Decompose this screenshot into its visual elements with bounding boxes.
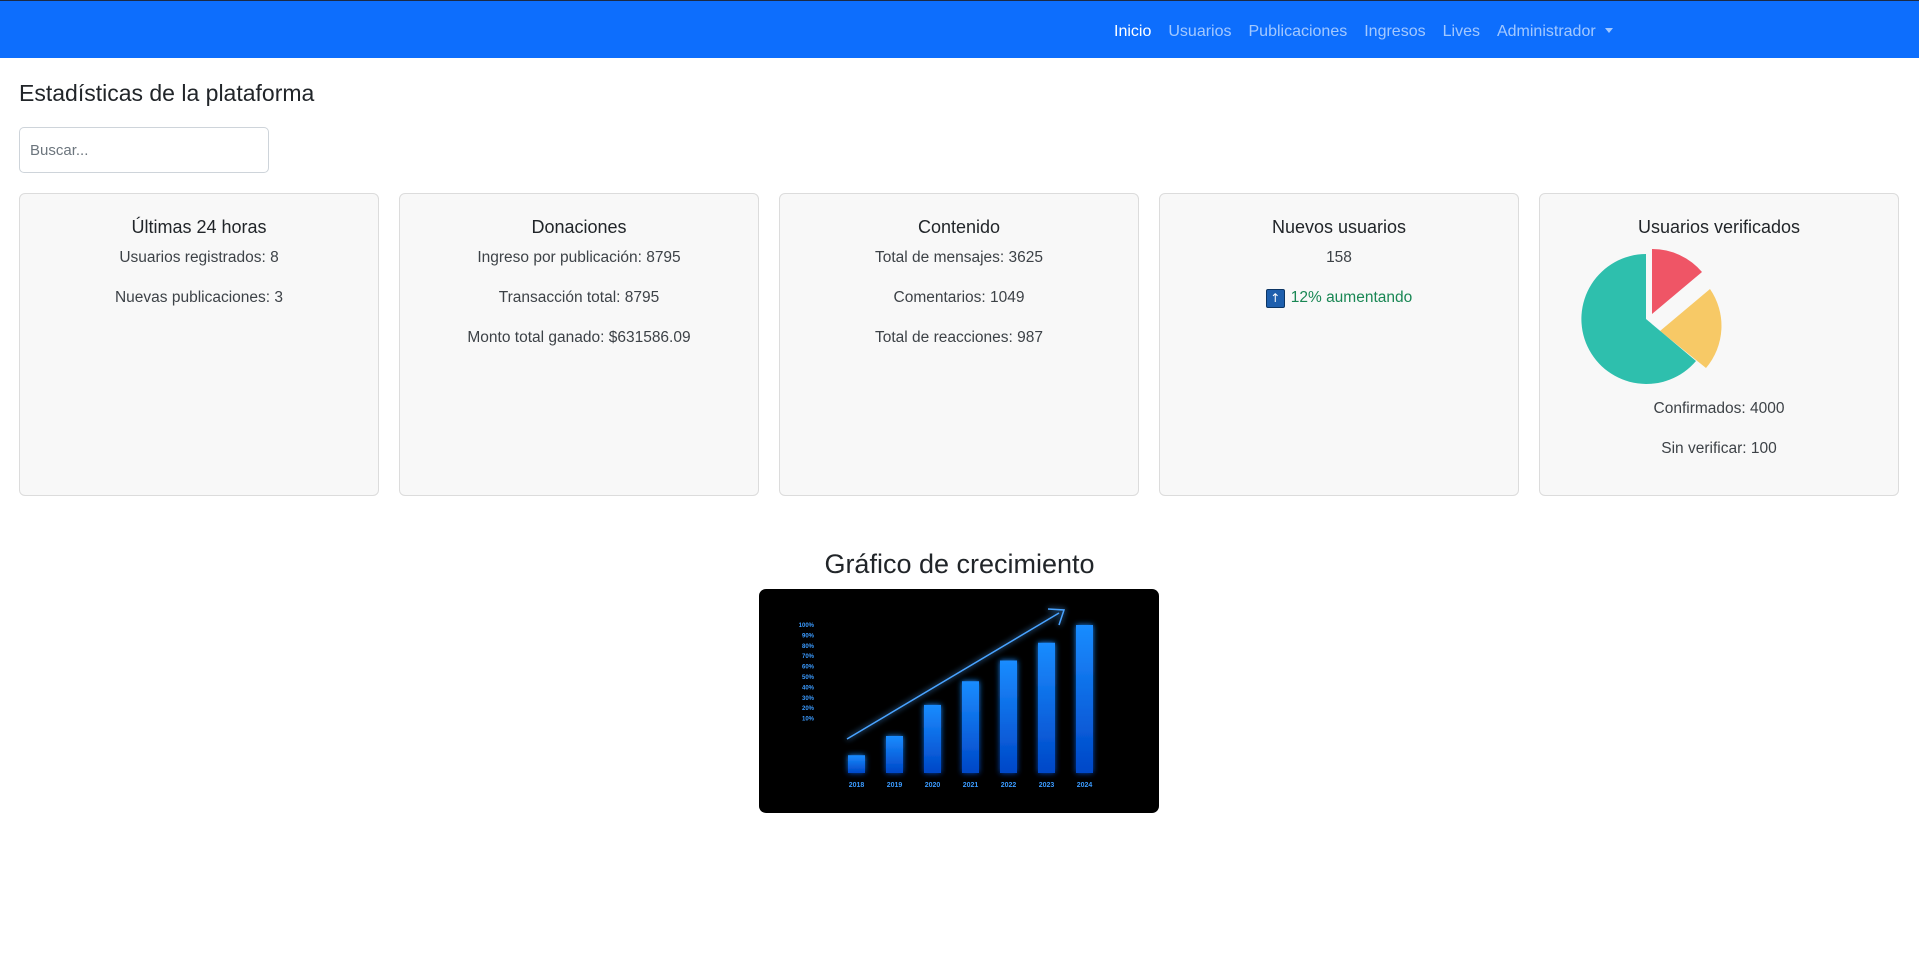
up-arrow-icon: ↑: [1265, 288, 1285, 308]
growth-bar: [1000, 660, 1017, 773]
growth-y-tick-label: 70%: [802, 654, 815, 660]
growth-y-tick-label: 10%: [802, 717, 815, 723]
growth-year-label: 2020: [925, 782, 941, 789]
growth-y-tick-label: 30%: [802, 696, 815, 702]
stat-total-earned: Monto total ganado: $631586.09: [467, 329, 691, 346]
growth-chart-title: Gráfico de crecimiento: [824, 549, 1095, 579]
growth-bars: [848, 625, 1093, 773]
growth-y-tick-label: 20%: [802, 706, 815, 712]
nav-menu: Inicio Usuarios Publicaciones Ingresos L…: [1114, 23, 1630, 41]
growth-year-label: 2024: [1077, 782, 1093, 789]
growth-trend-arrow-head: [1047, 608, 1066, 626]
growth-bar: [1076, 625, 1093, 773]
stat-new-users-count: 158: [1326, 249, 1352, 266]
stat-new-posts: Nuevas publicaciones: 3: [114, 289, 284, 306]
card-title: Usuarios verificados: [1637, 217, 1801, 237]
card-last-24-hours: Últimas 24 horas Usuarios registrados: 8…: [19, 193, 379, 496]
card-title: Nuevos usuarios: [1271, 217, 1407, 237]
growth-y-tick-label: 100%: [799, 623, 815, 629]
page-title: Estadísticas de la plataforma: [19, 80, 315, 106]
nav-link-publicaciones[interactable]: Publicaciones: [1249, 23, 1348, 41]
growth-y-tick-label: 50%: [802, 675, 815, 681]
growth-chart-graphic: 100% 90% 80% 70% 60% 50% 40% 30% 20% 10% 2018 2019…: [799, 608, 1117, 789]
card-title: Donaciones: [531, 217, 627, 237]
stat-comments: Comentarios: 1049: [893, 289, 1025, 306]
card-content: Contenido Total de mensajes: 3625 Coment…: [779, 193, 1139, 496]
trend-text: 12% aumentando: [1290, 289, 1413, 306]
growth-year-label: 2018: [849, 782, 865, 789]
card-new-users: Nuevos usuarios 158 ↑ 12% aumentando: [1159, 193, 1519, 496]
search-input[interactable]: [19, 127, 269, 173]
stat-registered-users: Usuarios registrados: 8: [119, 249, 279, 266]
stat-total-reactions: Total de reacciones: 987: [874, 329, 1044, 346]
growth-year-label: 2022: [1001, 782, 1017, 789]
nav-link-lives[interactable]: Lives: [1443, 23, 1480, 41]
growth-y-tick-label: 80%: [802, 644, 815, 650]
stat-total-transactions: Transacción total: 8795: [498, 289, 660, 306]
growth-y-ticks: 100% 90% 80% 70% 60% 50% 40% 30% 20% 10%: [799, 623, 815, 723]
growth-year-label: 2023: [1039, 782, 1055, 789]
card-title: Últimas 24 horas: [131, 217, 267, 237]
verified-users-pie-chart: [1581, 248, 1722, 384]
nav-link-usuarios[interactable]: Usuarios: [1168, 23, 1231, 41]
stat-income-per-post: Ingreso por publicación: 8795: [477, 249, 681, 266]
growth-chart-image: 100% 90% 80% 70% 60% 50% 40% 30% 20% 10% 2018 2019…: [759, 589, 1159, 813]
growth-y-tick-label: 60%: [802, 665, 815, 671]
card-title: Contenido: [917, 217, 1001, 237]
nav-dropdown-administrador[interactable]: Administrador: [1497, 23, 1613, 41]
growth-y-tick-label: 40%: [802, 685, 815, 691]
nav-link-inicio[interactable]: Inicio: [1114, 23, 1151, 41]
pie-legend: Confirmados: 4000 Sin verificar: 100: [1540, 399, 1898, 459]
growth-x-labels: 2018 2019 2020 2021 2022 2023 2024: [849, 782, 1093, 789]
growth-year-label: 2021: [963, 782, 979, 789]
stat-confirmed: Confirmados: 4000: [1653, 400, 1785, 417]
caret-down-icon: [1604, 28, 1613, 33]
growth-year-label: 2019: [887, 782, 903, 789]
growth-bar: [886, 736, 903, 773]
growth-bar: [962, 681, 979, 773]
growth-bar: [924, 704, 941, 773]
top-navbar: Inicio Usuarios Publicaciones Ingresos L…: [0, 0, 1919, 58]
growth-trend-arrow-line: [846, 612, 1060, 740]
stat-total-messages: Total de mensajes: 3625: [874, 249, 1044, 266]
stat-unverified: Sin verificar: 100: [1661, 440, 1777, 457]
growth-bar: [1038, 642, 1055, 773]
nav-dropdown-label: Administrador: [1496, 23, 1596, 40]
card-donations: Donaciones Ingreso por publicación: 8795…: [399, 193, 759, 496]
card-verified-users: Usuarios verificados Confirmados: 4000 S…: [1539, 193, 1899, 496]
nav-link-ingresos[interactable]: Ingresos: [1364, 23, 1425, 41]
growth-y-tick-label: 90%: [802, 633, 815, 639]
trend-indicator: ↑ 12% aumentando: [1160, 288, 1518, 308]
growth-bar: [848, 755, 865, 773]
